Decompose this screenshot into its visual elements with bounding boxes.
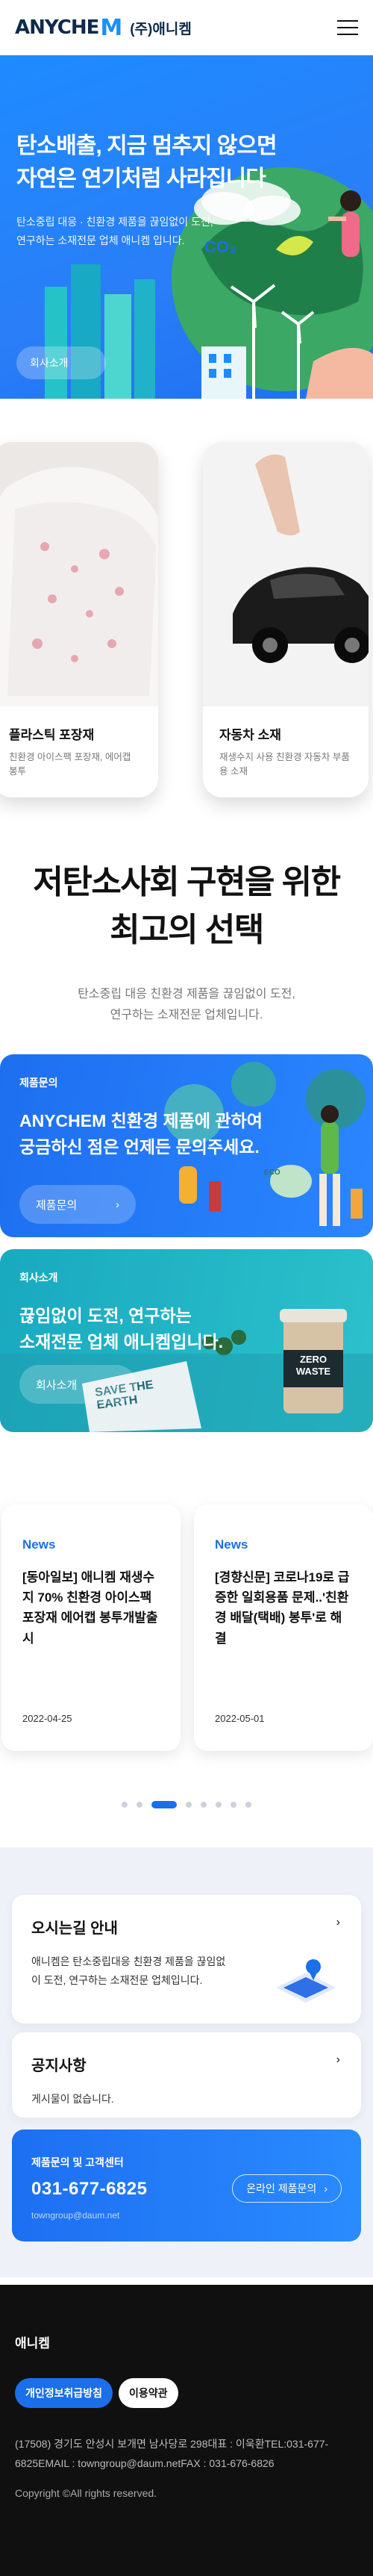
notice-title: 공지사항 — [31, 2058, 87, 2074]
logo-m-mark: M — [100, 14, 123, 41]
product-card-packaging[interactable]: 플라스틱 포장재 친환경 아이스팩 포장재, 에어캡 봉투 — [0, 442, 158, 797]
plastic-bag-illustration — [0, 442, 158, 706]
privacy-policy-link[interactable]: 개인정보취급방침 — [15, 2378, 113, 2408]
company-intro-banner-button[interactable]: 회사소개 › — [19, 1365, 136, 1404]
customer-service-card: 제품문의 및 고객센터 031-677-6825 towngroup@daum.… — [12, 2129, 361, 2241]
online-inquiry-button[interactable]: 온라인 제품문의 › — [232, 2174, 342, 2203]
pagination-dot-active[interactable] — [151, 1801, 177, 1808]
terms-link[interactable]: 이용약관 — [119, 2378, 178, 2408]
footer-links: 개인정보취급방침 이용약관 — [15, 2378, 358, 2408]
news-pagination — [0, 1801, 373, 1808]
notice-description: 게시물이 없습니다. — [31, 2093, 114, 2105]
directions-description: 애니켐은 탄소중립대응 친환경 제품을 끊임없이 도전, 연구하는 소재전문 업… — [31, 1956, 226, 1987]
pagination-dot[interactable] — [137, 1802, 142, 1808]
product-description: 재생수지 사용 친환경 자동차 부품용 소재 — [219, 752, 350, 777]
news-date: 2022-04-25 — [22, 1713, 72, 1724]
company-banner: 회사소개 끊임없이 도전, 연구하는 소재전문 업체 애니켐입니다. SAVE … — [0, 1249, 373, 1432]
product-inquiry-button[interactable]: 제품문의 › — [19, 1185, 136, 1224]
news-title: [경향신문] 코로나19로 급증한 일회용품 문제..'친환경 배달(택배) 봉… — [215, 1570, 350, 1646]
logo-wordmark: ANYCHE — [15, 16, 99, 39]
chevron-right-icon: › — [116, 1198, 119, 1211]
product-name: 자동차 소재 — [219, 728, 281, 742]
news-date: 2022-05-01 — [215, 1713, 265, 1724]
chevron-right-icon: › — [324, 2183, 327, 2194]
pagination-dot[interactable] — [122, 1802, 128, 1808]
car-model-illustration — [203, 442, 369, 706]
inquiry-title: ANYCHEM 친환경 제품에 관하여 궁금하신 점은 언제든 문의주세요. — [19, 1111, 263, 1157]
news-title: [동아일보] 애니켐 재생수지 70% 친환경 아이스팩 포장재 에어캡 봉투개… — [22, 1570, 158, 1646]
logo-korean: (주)애니켐 — [130, 21, 192, 37]
zero-waste-cup-label: ZERO WASTE — [295, 1354, 331, 1377]
page: ANYCHE M (주)애니켐 탄소배출, 지금 멈추지 않으면 자연은 연기처… — [0, 0, 373, 2576]
main-headline: 저탄소사회 구현을 위한 최고의 선택 — [33, 864, 341, 948]
footer-copyright: Copyright ©All rights reserved. — [15, 2486, 157, 2499]
pagination-dot[interactable] — [201, 1802, 207, 1808]
eco-bag-label: ECO — [264, 1169, 280, 1177]
product-inquiry-button-label: 제품문의 — [36, 1198, 78, 1212]
product-image-automotive — [203, 442, 369, 706]
pagination-dot[interactable] — [231, 1802, 236, 1808]
logo[interactable]: ANYCHE M (주)애니켐 — [15, 15, 192, 41]
footer-address: (17508) 경기도 안성시 보개면 남사당로 298대표 : 이욱환TEL:… — [15, 2438, 329, 2469]
company-title: 끊임없이 도전, 연구하는 소재전문 업체 애니켐입니다. — [19, 1306, 224, 1351]
news-tag: News — [22, 1537, 56, 1552]
chevron-right-icon: › — [116, 1378, 119, 1391]
menu-icon[interactable] — [337, 20, 358, 35]
company-intro-button-label: 회사소개 — [36, 1378, 78, 1392]
chevron-right-icon[interactable]: › — [336, 1916, 340, 1929]
site-header: ANYCHE M (주)애니켐 — [0, 0, 373, 55]
directions-card[interactable]: 오시는길 안내 애니켐은 탄소중립대응 친환경 제품을 끊임없이 도전, 연구하… — [12, 1895, 361, 2023]
footer-brand: 애니켐 — [15, 2336, 50, 2351]
notice-card[interactable]: 공지사항 게시물이 없습니다. › — [12, 2032, 361, 2118]
product-image-packaging — [0, 442, 158, 706]
pagination-dot[interactable] — [186, 1802, 192, 1808]
product-description: 친환경 아이스팩 포장재, 에어캡 봉투 — [9, 752, 131, 777]
directions-title: 오시는길 안내 — [31, 1920, 118, 1937]
news-tag: News — [215, 1537, 248, 1552]
hero-title: 탄소배출, 지금 멈추지 않으면 자연은 연기처럼 사라집니다 — [16, 134, 278, 191]
pagination-dot[interactable] — [245, 1802, 251, 1808]
product-card-automotive[interactable]: 자동차 소재 재생수지 사용 친환경 자동차 부품용 소재 — [203, 442, 369, 797]
cs-label: 제품문의 및 고객센터 — [31, 2156, 124, 2168]
news-card[interactable]: News [동아일보] 애니켐 재생수지 70% 친환경 아이스팩 포장재 에어… — [1, 1505, 181, 1751]
cs-email[interactable]: towngroup@daum.net — [31, 2210, 342, 2221]
inquiry-banner: 제품문의 ANYCHEM 친환경 제품에 관하여 궁금하신 점은 언제든 문의주… — [0, 1054, 373, 1237]
online-inquiry-button-label: 온라인 제품문의 — [246, 2183, 317, 2194]
map-pin-illustration — [276, 1959, 336, 2003]
pagination-dot[interactable] — [216, 1802, 222, 1808]
site-footer: 애니켐 개인정보취급방침 이용약관 (17508) 경기도 안성시 보개면 남사… — [0, 2285, 373, 2576]
hero-description: 탄소중립 대응 · 친환경 제품을 끊임없이 도전, 연구하는 소재전문 업체 … — [16, 216, 213, 246]
main-headline-section: 저탄소사회 구현을 위한 최고의 선택 탄소중립 대응 친환경 제품을 끊임없이… — [0, 859, 373, 1026]
company-intro-button[interactable]: 회사소개 — [16, 346, 106, 379]
product-name: 플라스틱 포장재 — [9, 728, 95, 742]
main-headline-description: 탄소중립 대응 친환경 제품을 끊임없이 도전, 연구하는 소재전문 업체입니다… — [78, 987, 295, 1021]
hero-section: 탄소배출, 지금 멈추지 않으면 자연은 연기처럼 사라집니다 CO₂ 탄소중립… — [0, 55, 373, 399]
chevron-right-icon[interactable]: › — [336, 2053, 340, 2067]
news-card[interactable]: News [경향신문] 코로나19로 급증한 일회용품 문제..'친환경 배달(… — [194, 1505, 373, 1751]
